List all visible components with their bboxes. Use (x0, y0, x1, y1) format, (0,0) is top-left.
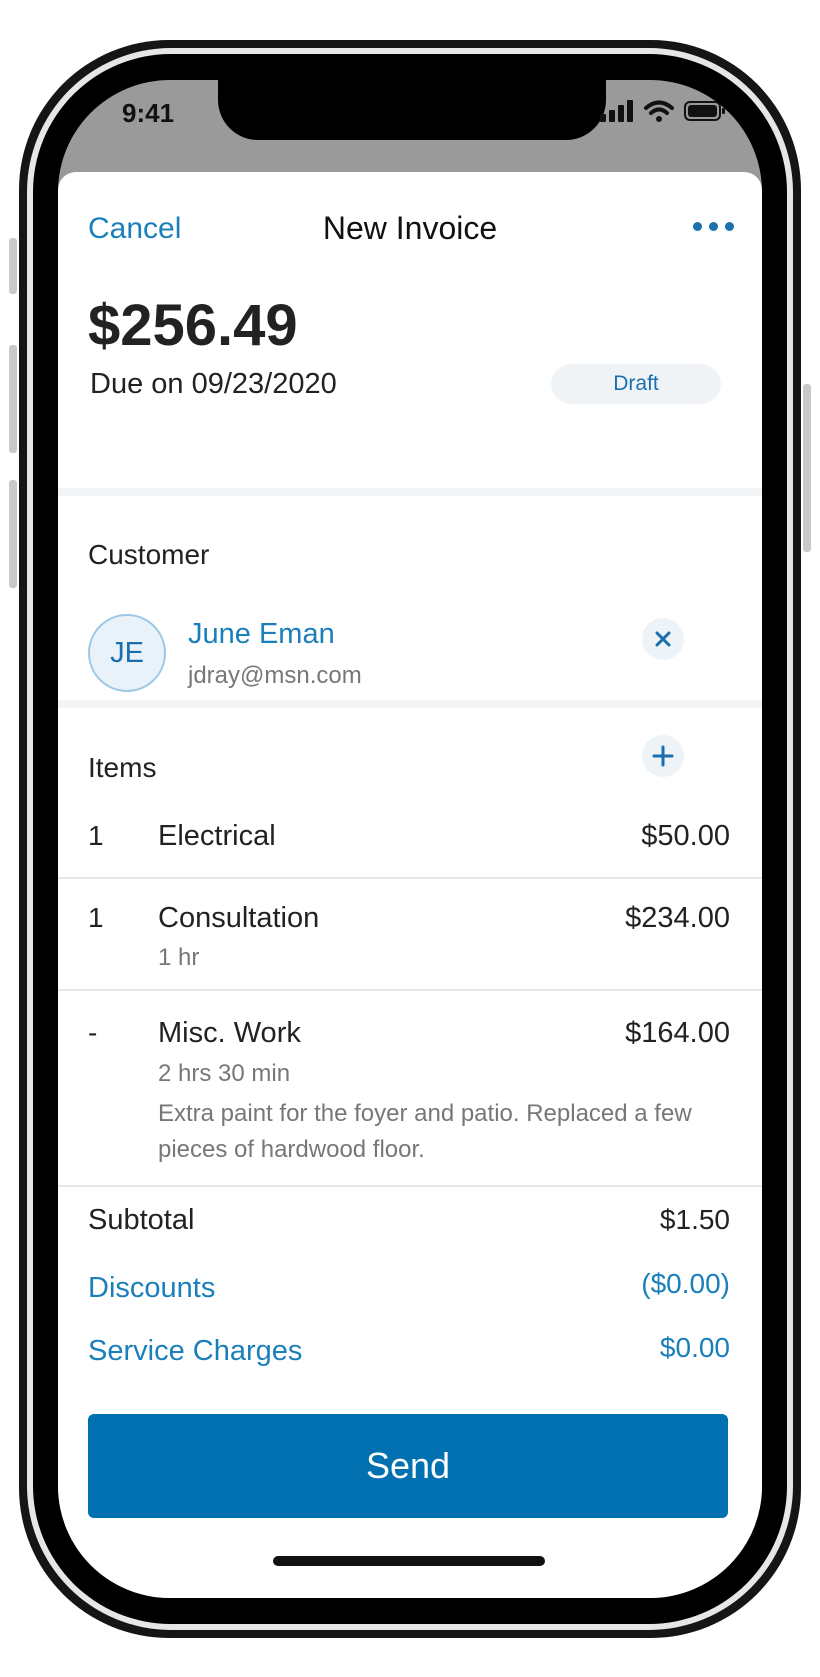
item-quantity: 1 (88, 902, 104, 933)
add-item-button[interactable] (642, 735, 684, 777)
service-charges-value: $0.00 (659, 1332, 730, 1363)
volume-down-button (9, 480, 17, 588)
status-icons (600, 100, 726, 122)
status-bar: 9:41 (58, 80, 762, 172)
item-price: $234.00 (625, 902, 730, 934)
item-detail: 1 hr (158, 944, 200, 971)
item-note: Extra paint for the foyer and patio. Rep… (158, 1100, 692, 1163)
item-name: Electrical (158, 820, 276, 852)
close-icon (655, 631, 671, 647)
send-button[interactable]: Send (88, 1414, 728, 1518)
status-time: 9:41 (122, 98, 175, 128)
volume-up-button (9, 345, 17, 453)
item-name: Consultation (158, 902, 320, 934)
item-name: Misc. Work (158, 1017, 301, 1049)
battery-icon (684, 101, 725, 121)
divider (58, 877, 762, 879)
power-button (803, 384, 811, 552)
divider (58, 700, 762, 708)
customer-email: jdray@msn.com (188, 662, 362, 689)
invoice-amount: $256.49 (88, 293, 298, 358)
service-charges-link[interactable]: Service Charges (88, 1335, 302, 1368)
subtotal-value: $1.50 (659, 1204, 730, 1235)
invoice-sheet: Cancel New Invoice $256.49 Due on 09/23/… (58, 172, 762, 1598)
avatar-initials: JE (110, 637, 144, 669)
status-badge: Draft (551, 364, 721, 404)
discounts-value: ($0.00) (641, 1268, 730, 1299)
home-indicator (273, 1556, 545, 1566)
wifi-icon (644, 100, 674, 122)
cellular-signal-icon (600, 100, 633, 122)
phone-screen: 9:41 Cancel New Invoice $256.49 Due on 0… (58, 80, 762, 1598)
subtotal-label: Subtotal (88, 1204, 195, 1236)
divider (58, 989, 762, 991)
item-quantity: 1 (88, 820, 104, 851)
plus-icon (652, 745, 674, 767)
divider (58, 1185, 762, 1187)
items-section-label: Items (88, 752, 157, 783)
item-price: $50.00 (641, 820, 730, 852)
avatar: JE (88, 614, 166, 692)
item-detail: 2 hrs 30 min (158, 1060, 291, 1087)
divider (58, 488, 762, 496)
item-price: $164.00 (625, 1017, 730, 1049)
remove-customer-button[interactable] (642, 618, 684, 660)
item-quantity: - (88, 1017, 98, 1048)
customer-section-label: Customer (88, 539, 210, 570)
due-date: Due on 09/23/2020 (90, 368, 337, 400)
notch (218, 80, 606, 140)
customer-name[interactable]: June Eman (188, 618, 335, 651)
page-title: New Invoice (322, 210, 498, 246)
silent-switch (9, 238, 17, 294)
more-horizontal-icon[interactable] (693, 222, 734, 231)
discounts-link[interactable]: Discounts (88, 1272, 215, 1305)
